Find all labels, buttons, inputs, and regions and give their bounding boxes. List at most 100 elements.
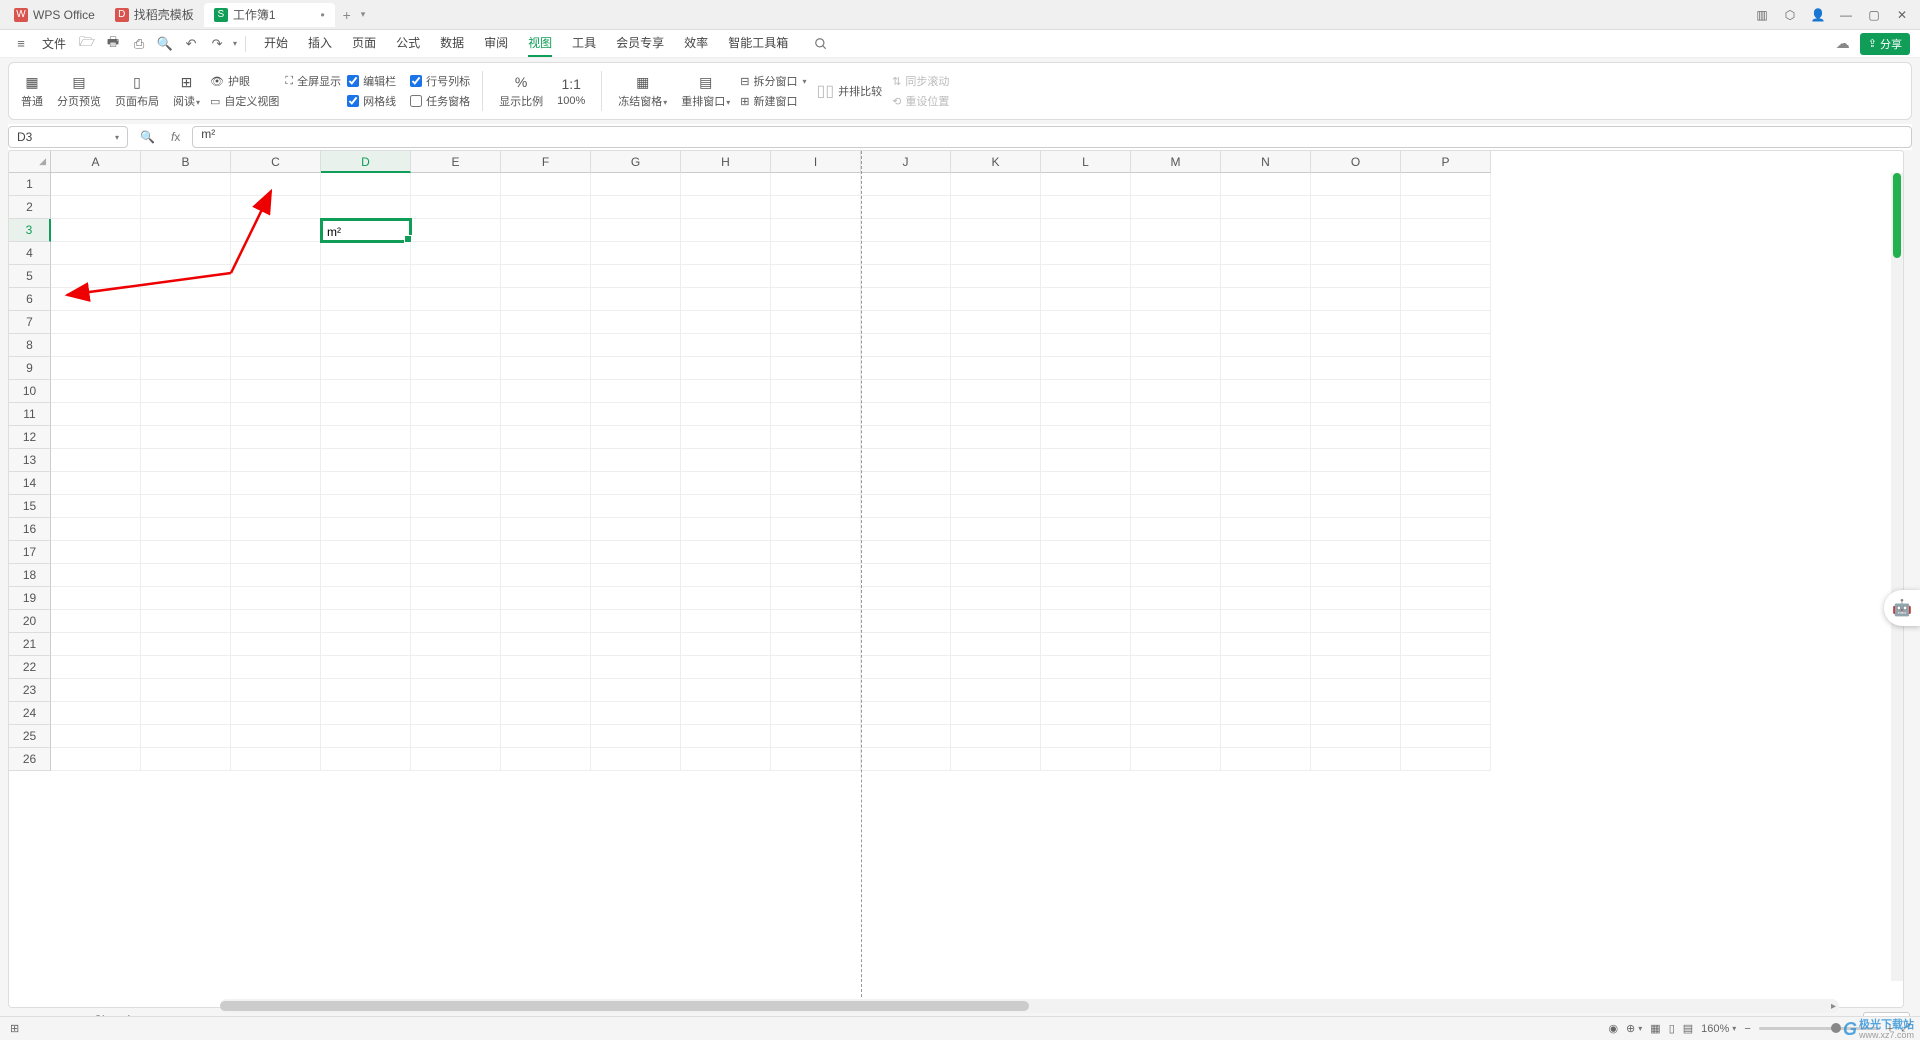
fx-icon[interactable]: fx <box>171 130 180 144</box>
fullscreen[interactable]: ⛶全屏显示 <box>285 73 341 89</box>
cell-L7[interactable] <box>1041 311 1131 334</box>
cell-N7[interactable] <box>1221 311 1311 334</box>
qat-more-caret[interactable]: ▾ <box>233 39 237 48</box>
cell-M14[interactable] <box>1131 472 1221 495</box>
cell-L15[interactable] <box>1041 495 1131 518</box>
formula-input[interactable]: m² <box>192 126 1912 148</box>
cell-H21[interactable] <box>681 633 771 656</box>
zoom-value[interactable]: 160% ▾ <box>1701 1023 1736 1035</box>
cell-G2[interactable] <box>591 196 681 219</box>
cell-A4[interactable] <box>51 242 141 265</box>
cell-I13[interactable] <box>771 449 861 472</box>
cell-E2[interactable] <box>411 196 501 219</box>
cell-G4[interactable] <box>591 242 681 265</box>
cell-J11[interactable] <box>861 403 951 426</box>
cell-A19[interactable] <box>51 587 141 610</box>
cell-N4[interactable] <box>1221 242 1311 265</box>
cell-J19[interactable] <box>861 587 951 610</box>
cell-J1[interactable] <box>861 173 951 196</box>
cell-P19[interactable] <box>1401 587 1491 610</box>
cell-O26[interactable] <box>1311 748 1401 771</box>
cell-P12[interactable] <box>1401 426 1491 449</box>
row-header-1[interactable]: 1 <box>9 173 51 196</box>
cell-E15[interactable] <box>411 495 501 518</box>
cell-A10[interactable] <box>51 380 141 403</box>
cell-K15[interactable] <box>951 495 1041 518</box>
view-pagelayout[interactable]: ▯页面布局 <box>111 73 163 109</box>
cell-G11[interactable] <box>591 403 681 426</box>
cell-L4[interactable] <box>1041 242 1131 265</box>
cell-G16[interactable] <box>591 518 681 541</box>
cell-I7[interactable] <box>771 311 861 334</box>
save-icon[interactable]: 🖶 <box>102 33 124 55</box>
cell-N26[interactable] <box>1221 748 1311 771</box>
cell-J13[interactable] <box>861 449 951 472</box>
cell-A15[interactable] <box>51 495 141 518</box>
cell-M12[interactable] <box>1131 426 1221 449</box>
cell-C17[interactable] <box>231 541 321 564</box>
col-header-B[interactable]: B <box>141 151 231 173</box>
cell-L6[interactable] <box>1041 288 1131 311</box>
col-header-P[interactable]: P <box>1401 151 1491 173</box>
cell-O20[interactable] <box>1311 610 1401 633</box>
row-header-24[interactable]: 24 <box>9 702 51 725</box>
cell-F6[interactable] <box>501 288 591 311</box>
maximize-button[interactable]: ▢ <box>1860 1 1888 29</box>
custom-view[interactable]: ▭自定义视图 <box>210 93 279 109</box>
cell-F16[interactable] <box>501 518 591 541</box>
cell-A12[interactable] <box>51 426 141 449</box>
cell-F15[interactable] <box>501 495 591 518</box>
row-header-14[interactable]: 14 <box>9 472 51 495</box>
cell-I17[interactable] <box>771 541 861 564</box>
share-button[interactable]: ⇪ 分享 <box>1860 33 1910 55</box>
redo-icon[interactable]: ↷ <box>206 33 228 55</box>
cell-G8[interactable] <box>591 334 681 357</box>
cell-M2[interactable] <box>1131 196 1221 219</box>
menu-tab-智能工具箱[interactable]: 智能工具箱 <box>728 30 788 57</box>
cell-K16[interactable] <box>951 518 1041 541</box>
view-read[interactable]: ⊞阅读▾ <box>169 73 204 109</box>
cell-O24[interactable] <box>1311 702 1401 725</box>
cell-E5[interactable] <box>411 265 501 288</box>
row-header-26[interactable]: 26 <box>9 748 51 771</box>
cell-P20[interactable] <box>1401 610 1491 633</box>
zoom-out-button[interactable]: − <box>1744 1023 1750 1035</box>
cell-K7[interactable] <box>951 311 1041 334</box>
tab-wps[interactable]: WWPS Office <box>4 3 105 27</box>
cell-B12[interactable] <box>141 426 231 449</box>
cell-F25[interactable] <box>501 725 591 748</box>
cell-L8[interactable] <box>1041 334 1131 357</box>
column-headers[interactable]: ABCDEFGHIJKLMNOP <box>51 151 1891 173</box>
cell-N15[interactable] <box>1221 495 1311 518</box>
cell-G5[interactable] <box>591 265 681 288</box>
cell-E12[interactable] <box>411 426 501 449</box>
col-header-J[interactable]: J <box>861 151 951 173</box>
cell-H23[interactable] <box>681 679 771 702</box>
cell-K3[interactable] <box>951 219 1041 242</box>
cell-D10[interactable] <box>321 380 411 403</box>
cell-I2[interactable] <box>771 196 861 219</box>
cell-O4[interactable] <box>1311 242 1401 265</box>
cell-B14[interactable] <box>141 472 231 495</box>
cell-D19[interactable] <box>321 587 411 610</box>
tab-templates[interactable]: D找稻壳模板 <box>105 3 204 27</box>
cell-E19[interactable] <box>411 587 501 610</box>
cell-F13[interactable] <box>501 449 591 472</box>
cell-M23[interactable] <box>1131 679 1221 702</box>
cell-N11[interactable] <box>1221 403 1311 426</box>
cell-G26[interactable] <box>591 748 681 771</box>
cell-A25[interactable] <box>51 725 141 748</box>
cell-N19[interactable] <box>1221 587 1311 610</box>
freeze-panes[interactable]: ▦冻结窗格▾ <box>614 73 671 109</box>
cell-I3[interactable] <box>771 219 861 242</box>
cell-L1[interactable] <box>1041 173 1131 196</box>
cell-N13[interactable] <box>1221 449 1311 472</box>
cell-J9[interactable] <box>861 357 951 380</box>
cell-O16[interactable] <box>1311 518 1401 541</box>
cell-B15[interactable] <box>141 495 231 518</box>
cell-O11[interactable] <box>1311 403 1401 426</box>
cell-F2[interactable] <box>501 196 591 219</box>
select-all-corner[interactable]: ◢ <box>9 151 51 173</box>
cell-N1[interactable] <box>1221 173 1311 196</box>
cell-A14[interactable] <box>51 472 141 495</box>
